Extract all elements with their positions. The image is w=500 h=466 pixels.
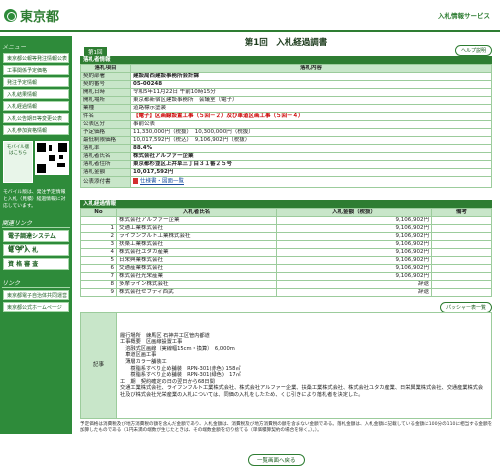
- sidebar-link-official-site[interactable]: 東京都公式ホームページ: [3, 302, 69, 312]
- sidebar-item-qualification[interactable]: 入札参加資格情報: [3, 125, 69, 135]
- col-item-header: 落札項目: [80, 64, 131, 73]
- winner-section-header: 落札者情報: [80, 56, 492, 64]
- row-label: 最低制限価格: [80, 136, 131, 145]
- row-label: 件名: [80, 112, 131, 121]
- winner-table: 落札項目 落札内容 契約部署 建設局西建設事務所会計課 契約番号 05-00248 …: [80, 64, 492, 188]
- row-label: 落札金額: [80, 168, 131, 177]
- help-button[interactable]: ヘルプ説明: [454, 45, 492, 56]
- min-price-value: 10,017,592円（税込） 9,106,902円（税抜）: [130, 136, 492, 145]
- remarks-label: 記事: [80, 312, 117, 419]
- links-heading: リンク: [2, 278, 70, 288]
- qr-code-icon: [35, 141, 69, 175]
- table-row: 6 交通産業株式会社 9,106,902円: [80, 264, 492, 273]
- footnote: 予定価格は消費税及び地方消費税の額を含んだ金額であり、入札金額は、消費税及び地方…: [80, 422, 493, 433]
- tokyo-emblem-icon: [4, 9, 17, 22]
- row-label: 契約部署: [80, 72, 131, 81]
- table-row: 1 交通工業株式会社 9,106,902円: [80, 224, 492, 233]
- attachment-cell: 仕様書・図面一覧: [130, 176, 492, 188]
- subject-value: 【電子】区画線設置工事（５回－２）及び車道区画工事（５回－４）: [130, 112, 492, 121]
- row-label: 開札日時: [80, 88, 131, 97]
- col-no-header: No: [80, 208, 117, 217]
- tokyo-logo[interactable]: 東京都: [4, 6, 59, 25]
- page-title: 第1回 入札経過調書: [244, 38, 328, 48]
- col-bidder-header: 入札者氏名: [116, 208, 277, 217]
- service-title: 入札情報サービス: [438, 12, 490, 20]
- mobile-version-link[interactable]: モバイル版はこちら: [3, 141, 33, 183]
- contract-dept-value: 建設局西建設事務所会計課: [130, 72, 492, 81]
- row-label: 落札率: [80, 144, 131, 153]
- bid-table: No 入札者氏名 入札金額（税抜） 備考 株式会社アルファー企業 9,106,90…: [80, 208, 492, 297]
- e-procurement-top-button[interactable]: 電子調達システム(TOP): [3, 230, 69, 252]
- estimated-price-value: 11,330,000円（税抜） 10,300,000円（税抜）: [130, 128, 492, 137]
- main-content: 第1回 入札経過調書 第1回 ヘルプ説明 落札者情報 落札項目 落札内容 契約部…: [76, 36, 496, 466]
- qualification-button[interactable]: 資 格 審 査: [3, 258, 69, 270]
- site-header: 東京都 入札情報サービス: [0, 0, 500, 32]
- award-amount-value: 10,017,592円: [130, 168, 492, 177]
- remarks-text: 履行場所 練馬区 石神井工区管内都道 工事概要 区画線設置工事 溶融式区画線（実…: [116, 312, 492, 419]
- table-row: 2 ライフンフルト工業株式会社 9,106,902円: [80, 232, 492, 241]
- table-row: 株式会社アルファー企業 9,106,902円: [80, 216, 492, 225]
- sidebar-link-joint-operation[interactable]: 東京都電子自治体共同運営: [3, 290, 69, 300]
- opening-place-value: 東京都新宿区建設事務所 会議室（電子）: [130, 96, 492, 105]
- opening-datetime-value: 令和5年11月22日 午前10時15分: [130, 88, 492, 97]
- award-rate-value: 88.4%: [130, 144, 492, 153]
- logo-text: 東京都: [20, 10, 60, 25]
- row-label: 落札者氏名: [80, 152, 131, 161]
- sidebar-item-estimated-price[interactable]: 工事関係予定価格: [3, 65, 69, 75]
- bid-section-header: 入札経過情報: [80, 200, 492, 208]
- mobile-qr-section: モバイル版はこちら: [3, 141, 69, 183]
- publish-type-value: 事前公表: [130, 120, 492, 129]
- col-content-header: 落札内容: [130, 64, 492, 73]
- related-links-heading: 関連リンク: [2, 218, 70, 228]
- row-label: 開札場所: [80, 96, 131, 105]
- back-to-list-button[interactable]: 一覧画面へ戻る: [248, 454, 305, 466]
- table-row: 9 株式会社セフティ西武 辞退: [80, 288, 492, 297]
- table-row: 7 株式会社光栄産業 9,106,902円: [80, 272, 492, 281]
- row-label: 契約番号: [80, 80, 131, 89]
- sidebar: メニュー 東京都公報等発注情報公表 工事関係予定価格 発注予定情報 入札結果情報…: [0, 36, 72, 434]
- col-note-header: 備考: [431, 208, 492, 217]
- sidebar-item-bid-progress[interactable]: 入札経過情報: [3, 101, 69, 111]
- remarks-table: 記事 履行場所 練馬区 石神井工区管内都道 工事概要 区画線設置工事 溶融式区画…: [80, 312, 492, 419]
- sidebar-item-order-plan[interactable]: 発注予定情報: [3, 77, 69, 87]
- table-row: 5 日栄興業株式会社 9,106,902円: [80, 256, 492, 265]
- mobile-note: モバイル版は、発注予定情報と入札（見積）経過情報に対応しています。: [3, 190, 66, 209]
- table-row: 4 株式会社ユタカ産業 9,106,902円: [80, 248, 492, 257]
- row-label: 公表添付書: [80, 176, 131, 188]
- pdf-icon: [133, 178, 138, 185]
- sidebar-item-date-change[interactable]: 入札公告期日等変更公表: [3, 113, 69, 123]
- row-label: 業種: [80, 104, 131, 113]
- winner-address-value: 東京都杉並区上井草三丁目３１番２５号: [130, 160, 492, 169]
- row-label: 落札者住所: [80, 160, 131, 169]
- col-amount-header: 入札金額（税抜）: [276, 208, 432, 217]
- row-label: 公表区分: [80, 120, 131, 129]
- table-row: 8 多摩ライン株式会社 辞退: [80, 280, 492, 289]
- row-label: 予定価格: [80, 128, 131, 137]
- sidebar-menu-heading: メニュー: [2, 44, 27, 51]
- winner-name-value: 株式会社アルファー企業: [130, 152, 492, 161]
- contract-number-value: 05-00248: [130, 80, 492, 89]
- table-row: 3 扶桑工業株式会社 9,106,902円: [80, 240, 492, 249]
- sidebar-item-bid-results[interactable]: 入札結果情報: [3, 89, 69, 99]
- sidebar-item-gazette[interactable]: 東京都公報等発注情報公表: [3, 53, 69, 63]
- industry-value: 道路標示塗装: [130, 104, 492, 113]
- e-bidding-button[interactable]: 電 子 入 札: [3, 244, 69, 256]
- attachment-link[interactable]: 仕様書・図面一覧: [140, 179, 184, 185]
